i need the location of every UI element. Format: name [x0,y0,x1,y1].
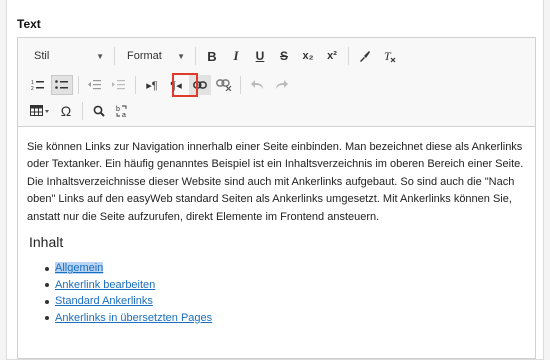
anchor-button-highlight-box [172,73,198,97]
undo-button[interactable] [246,75,268,95]
italic-button[interactable]: I [225,46,247,66]
anchor-link-uebersetzte-pages[interactable]: Ankerlinks in übersetzten Pages [55,312,212,324]
bold-button[interactable]: B [201,46,223,66]
undo-icon [250,80,263,89]
section-title: Text [17,17,41,31]
svg-text:b: b [116,106,120,113]
redo-button[interactable] [270,75,292,95]
svg-text:T: T [384,49,392,63]
redo-icon [275,80,288,89]
unlink-button[interactable] [213,75,235,95]
list-item: Ankerlink bearbeiten [44,277,212,294]
superscript-button[interactable]: x² [321,46,343,66]
list-item: Allgemein [44,260,212,277]
subscript-button[interactable]: x₂ [297,46,319,66]
table-icon [30,105,49,116]
ltr-icon: ▸¶ [146,79,158,92]
toolbar-separator [240,76,241,94]
toolbar-separator [78,76,79,94]
text-panel: Text Stil ▼ Format ▼ B I U S x₂ x² T 1 2… [6,0,544,360]
bulleted-list-icon [55,80,68,89]
chevron-down-icon: ▼ [177,51,185,61]
numbered-list-button[interactable]: 12 [27,75,49,95]
clear-format-icon: T [384,49,396,63]
anchor-link-list: Allgemein Ankerlink bearbeiten Standard … [44,260,212,327]
anchor-link-ankerlink-bearbeiten[interactable]: Ankerlink bearbeiten [55,279,155,291]
toolbar-row-1: Stil ▼ Format ▼ B I U S x₂ x² T [26,45,401,67]
anchor-link-allgemein[interactable]: Allgemein [55,262,104,274]
style-dropdown[interactable]: Stil ▼ [26,45,110,67]
toolbar-separator [195,47,196,65]
anchor-link-standard-ankerlinks[interactable]: Standard Ankerlinks [55,295,153,307]
table-button[interactable] [27,101,53,121]
body-paragraph: Sie können Links zur Navigation innerhal… [27,141,524,223]
list-item: Standard Ankerlinks [44,293,212,310]
style-dropdown-label: Stil [34,50,50,62]
search-icon [93,105,105,117]
toolbar-row-2: 12 ▸¶ ¶◂ [26,74,293,96]
chevron-down-icon: ▼ [96,51,104,61]
text-direction-ltr-button[interactable]: ▸¶ [141,75,163,95]
copy-format-button[interactable] [354,46,376,66]
increase-indent-button[interactable] [108,75,130,95]
replace-button[interactable]: ba [112,101,134,121]
toolbar-separator [348,47,349,65]
toolbar-separator [82,102,83,120]
format-dropdown-label: Format [127,50,162,62]
toolbar-row-3: Ω ba [26,100,135,122]
decrease-indent-button[interactable] [84,75,106,95]
unlink-icon [216,79,232,91]
svg-text:a: a [122,112,126,118]
editor-toolbar: Stil ▼ Format ▼ B I U S x₂ x² T 1 2 ▸¶ ¶… [18,38,535,127]
remove-format-button[interactable]: T [378,46,400,66]
format-dropdown[interactable]: Format ▼ [119,45,191,67]
underline-button[interactable]: U [249,46,271,66]
list-item: Ankerlinks in übersetzten Pages [44,310,212,327]
svg-text:2: 2 [31,86,34,91]
numbered-list-icon: 12 [31,80,44,91]
special-character-button[interactable]: Ω [55,101,77,121]
outdent-icon [88,80,101,90]
toolbar-separator [135,76,136,94]
indent-icon [112,80,125,90]
content-heading: Inhalt [29,234,64,250]
strikethrough-button[interactable]: S [273,46,295,66]
bulleted-list-button[interactable] [51,75,73,95]
toolbar-separator [114,47,115,65]
replace-icon: ba [116,105,127,118]
find-button[interactable] [88,101,110,121]
brush-icon [360,51,370,62]
